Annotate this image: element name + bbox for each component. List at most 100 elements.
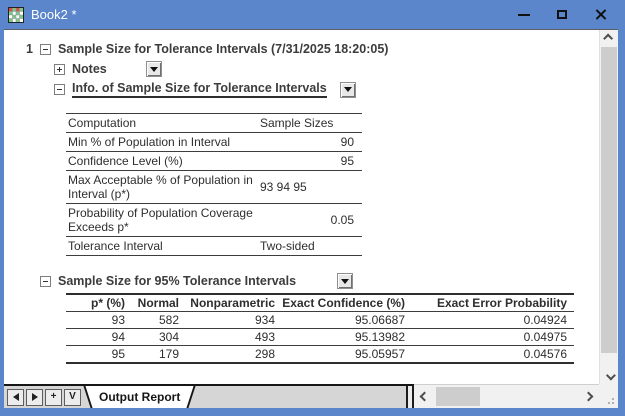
info-row-value: 93 94 95 (258, 170, 362, 204)
scroll-down-button[interactable] (600, 367, 618, 384)
list-sheets-icon: V (69, 391, 76, 402)
scroll-right-button[interactable] (580, 385, 597, 408)
expand-toggle-notes[interactable] (54, 63, 65, 75)
info-section-node: Info. of Sample Size for Tolerance Inter… (54, 81, 599, 98)
info-table: Computation Sample Sizes Min % of Popula… (66, 113, 362, 256)
table-row: 93 582 934 95.06687 0.04924 (66, 311, 574, 329)
cell: 304 (132, 328, 186, 346)
bottom-bar: + V Output Report (4, 384, 618, 408)
maximize-button[interactable] (543, 0, 581, 29)
info-row-value: Sample Sizes (258, 113, 362, 133)
workbook-icon (8, 6, 24, 23)
add-sheet-button[interactable]: + (45, 388, 62, 406)
minimize-button[interactable] (505, 0, 543, 29)
column-header: Exact Error Probability (412, 294, 574, 312)
collapse-toggle-result[interactable] (40, 275, 51, 287)
sheet-tab-strip: + V Output Report (4, 384, 406, 408)
info-section-title: Info. of Sample Size for Tolerance Inter… (72, 81, 327, 98)
notes-label: Notes (72, 62, 107, 76)
tab-scrollbar-splitter[interactable] (406, 384, 414, 408)
scroll-up-button[interactable] (600, 30, 618, 47)
report-root-node: 1 Sample Size for Tolerance Intervals (7… (26, 42, 599, 56)
resize-grip[interactable] (599, 384, 618, 408)
sheet-list-button[interactable]: V (64, 388, 81, 406)
cell: 0.04975 (412, 328, 574, 346)
table-row: Tolerance Interval Two-sided (66, 236, 362, 256)
column-header: Nonparametric (186, 294, 282, 312)
cell: 95 (111, 347, 125, 361)
cell: 934 (186, 311, 282, 329)
horizontal-scrollbar-thumb[interactable] (436, 387, 480, 406)
window-title: Book2 * (31, 7, 77, 22)
chevron-right-icon (583, 391, 594, 402)
close-icon (594, 8, 607, 21)
info-row-label: Min % of Population in Interval (66, 132, 258, 152)
close-button[interactable] (581, 0, 619, 29)
workbook-window: Book2 * 1 Sample Size for Tolerance Inte… (0, 0, 625, 416)
plus-icon: + (50, 391, 57, 402)
info-row-value: 0.05 (258, 203, 362, 237)
vertical-scrollbar-thumb[interactable] (601, 47, 617, 353)
cell: 0.04576 (523, 347, 567, 361)
minimize-icon (518, 13, 530, 16)
maximize-icon (557, 10, 567, 19)
info-row-label: Max Acceptable % of Population in Interv… (66, 170, 258, 204)
arrow-left-icon (12, 393, 19, 401)
titlebar[interactable]: Book2 * (0, 0, 625, 29)
window-controls (505, 0, 619, 29)
report-area: 1 Sample Size for Tolerance Intervals (7… (4, 29, 618, 384)
info-row-label: Probability of Population Coverage Excee… (66, 203, 258, 237)
cell: 94 (66, 328, 132, 346)
arrow-right-icon (31, 393, 38, 401)
cell: 93 (66, 311, 132, 329)
sheet-nav-buttons: + V (7, 388, 81, 406)
result-section-node: Sample Size for 95% Tolerance Intervals (40, 273, 599, 289)
horizontal-scrollbar[interactable] (414, 384, 599, 408)
cell: 0.04924 (412, 311, 574, 329)
info-row-label: Confidence Level (%) (66, 151, 258, 171)
chevron-up-icon (602, 33, 613, 44)
scroll-left-button[interactable] (416, 385, 433, 408)
prev-sheet-button[interactable] (7, 388, 24, 406)
output-report: 1 Sample Size for Tolerance Intervals (7… (4, 30, 599, 384)
column-header: p* (%) (66, 294, 132, 312)
vertical-scrollbar[interactable] (599, 30, 618, 384)
node-index: 1 (26, 42, 33, 56)
table-row: Max Acceptable % of Population in Interv… (66, 170, 362, 204)
dropdown-arrow-icon (149, 66, 158, 72)
report-title: Sample Size for Tolerance Intervals (7/3… (57, 42, 389, 56)
column-header: Exact Confidence (%) (282, 294, 412, 312)
next-sheet-button[interactable] (26, 388, 43, 406)
info-row-label: Tolerance Interval (66, 236, 258, 256)
dropdown-arrow-icon (341, 278, 350, 284)
collapse-toggle-info[interactable] (54, 84, 65, 95)
result-section-title: Sample Size for 95% Tolerance Intervals (58, 274, 297, 288)
column-header: Normal (132, 294, 186, 312)
result-table: p* (%) Normal Nonparametric Exact Confid… (66, 293, 574, 364)
cell: 95.05957 (354, 347, 405, 361)
table-row: Confidence Level (%) 95 (66, 151, 362, 171)
sheet-tab-label: Output Report (99, 390, 181, 404)
cell: 582 (132, 311, 186, 329)
table-row: 95 179 298 95.05957 0.04576 (66, 346, 574, 364)
tab-output-report[interactable]: Output Report (95, 386, 185, 408)
info-row-label: Computation (66, 113, 258, 133)
collapse-toggle-root[interactable] (39, 43, 51, 55)
chevron-left-icon (419, 391, 430, 402)
dropdown-arrow-icon (343, 87, 352, 92)
table-row: 94 304 493 95.13982 0.04975 (66, 328, 574, 346)
cell: 179 (158, 347, 179, 361)
table-row: Computation Sample Sizes (66, 113, 362, 133)
info-row-value: 90 (258, 132, 362, 152)
info-dropdown-button[interactable] (339, 81, 356, 98)
info-row-value: Two-sided (258, 236, 362, 256)
table-header-row: p* (%) Normal Nonparametric Exact Confid… (66, 294, 574, 312)
table-row: Probability of Population Coverage Excee… (66, 203, 362, 237)
table-row: Min % of Population in Interval 90 (66, 132, 362, 152)
cell: 95.06687 (282, 311, 412, 329)
result-dropdown-button[interactable] (337, 273, 354, 289)
notes-node: Notes (54, 61, 599, 77)
cell: 493 (186, 328, 282, 346)
notes-dropdown-button[interactable] (145, 61, 162, 77)
cell: 95.13982 (282, 328, 412, 346)
